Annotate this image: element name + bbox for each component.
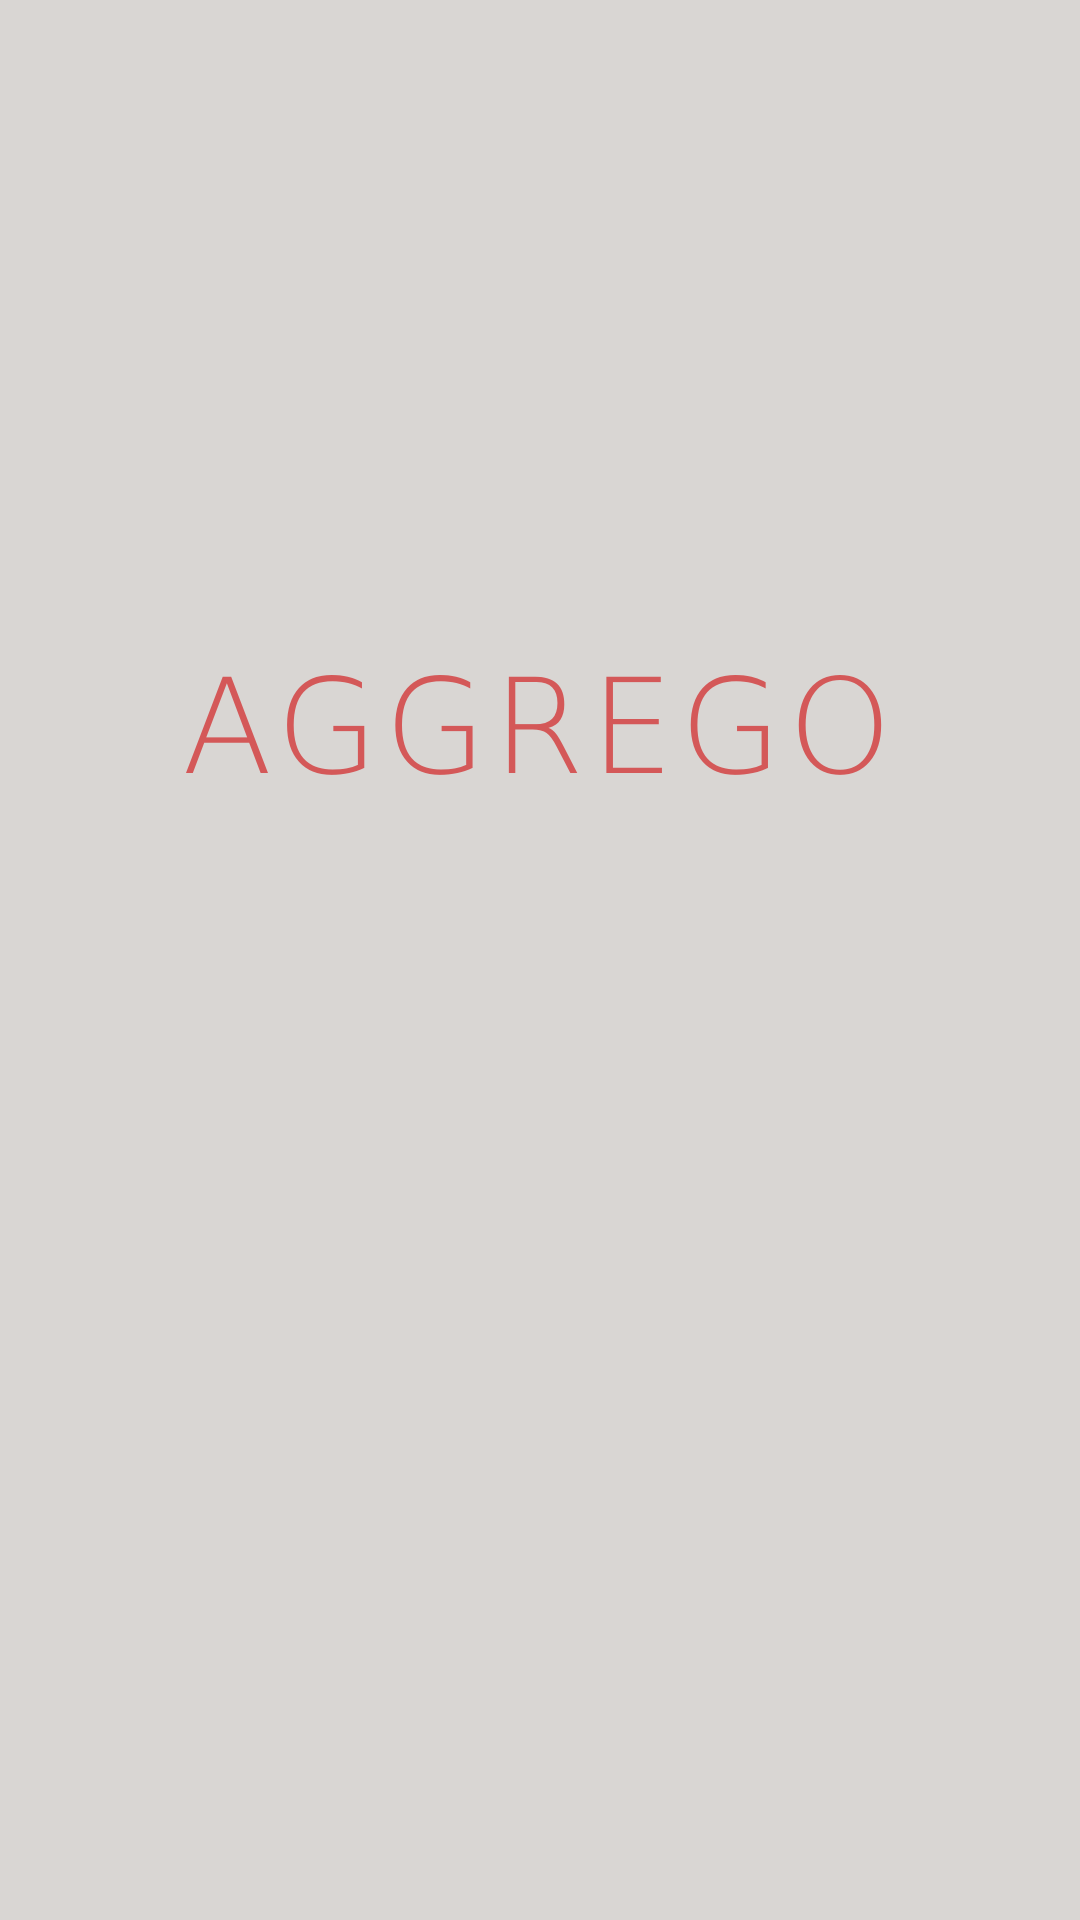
app-logo-wordmark: AGGREGO: [182, 651, 898, 805]
splash-screen: AGGREGO: [0, 0, 1080, 1920]
